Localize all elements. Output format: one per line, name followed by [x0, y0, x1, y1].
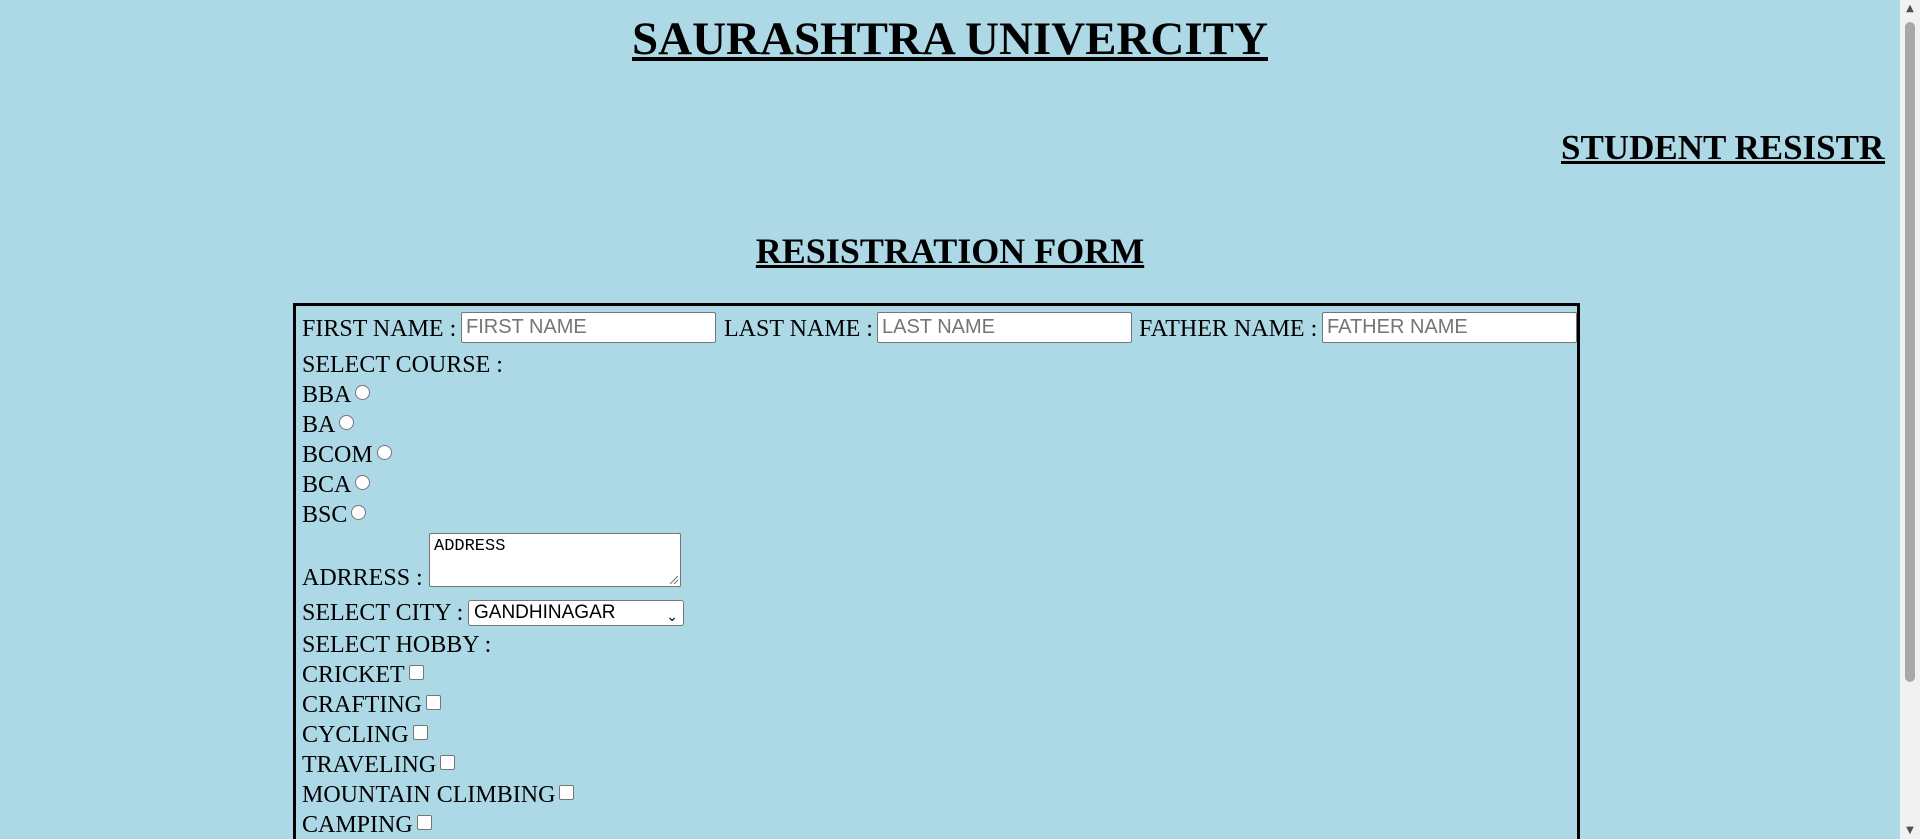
- page: SAURASHTRA UNIVERCITY STUDENT RESISTRATI…: [0, 0, 1900, 839]
- city-label: SELECT CITY :: [302, 600, 464, 626]
- hobby-option-label: MOUNTAIN CLIMBING: [302, 782, 556, 808]
- radio-bcom[interactable]: [376, 445, 392, 460]
- radio-bba[interactable]: [355, 385, 371, 400]
- resize-grip-icon[interactable]: [670, 576, 678, 584]
- hobby-option-camping: CAMPING: [302, 811, 432, 839]
- course-option-bba: BBA: [302, 381, 371, 409]
- city-select[interactable]: GANDHINAGAR ⌄: [468, 600, 684, 626]
- hobby-option-label: CYCLING: [302, 722, 409, 748]
- hobby-option-label: CRICKET: [302, 662, 405, 688]
- scrollbar-thumb[interactable]: [1905, 22, 1915, 682]
- checkbox-cycling[interactable]: [412, 725, 428, 740]
- first-name-input[interactable]: FIRST NAME: [461, 312, 716, 343]
- registration-form: FIRST NAME : FIRST NAME LAST NAME : LAST…: [293, 303, 1580, 839]
- hobby-option-crafting: CRAFTING: [302, 691, 442, 719]
- address-value: ADDRESS: [434, 537, 506, 556]
- hobby-option-mountain-climbing: MOUNTAIN CLIMBING: [302, 781, 575, 809]
- hobby-label: SELECT HOBBY :: [302, 632, 492, 658]
- father-name-label: FATHER NAME :: [1139, 316, 1318, 342]
- checkbox-traveling[interactable]: [440, 755, 456, 770]
- hobby-option-label: TRAVELING: [302, 752, 437, 778]
- first-name-label: FIRST NAME :: [302, 316, 457, 342]
- last-name-label: LAST NAME :: [724, 316, 873, 342]
- course-option-bsc: BSC: [302, 501, 367, 529]
- course-option-label: BBA: [302, 382, 352, 408]
- course-option-bca: BCA: [302, 471, 371, 499]
- address-label: ADRRESS :: [302, 565, 423, 591]
- last-name-input[interactable]: LAST NAME: [877, 312, 1132, 343]
- checkbox-mountain-climbing[interactable]: [559, 785, 575, 800]
- address-textarea[interactable]: ADDRESS: [429, 533, 681, 587]
- course-option-ba: BA: [302, 411, 355, 439]
- checkbox-cricket[interactable]: [408, 665, 424, 680]
- course-label: SELECT COURSE :: [302, 352, 503, 378]
- course-option-label: BCOM: [302, 442, 373, 468]
- course-option-label: BSC: [302, 502, 348, 528]
- city-selected-value: GANDHINAGAR: [474, 602, 616, 623]
- hobby-option-cycling: CYCLING: [302, 721, 428, 749]
- marquee-text: STUDENT RESISTRATION: [1561, 128, 1885, 167]
- radio-ba[interactable]: [339, 415, 355, 430]
- page-title: SAURASHTRA UNIVERCITY: [632, 13, 1268, 65]
- scroll-up-arrow-icon[interactable]: ▲: [1900, 0, 1920, 17]
- radio-bsc[interactable]: [351, 505, 367, 520]
- scroll-down-arrow-icon[interactable]: ▼: [1900, 822, 1920, 839]
- father-name-input[interactable]: FATHER NAME: [1322, 312, 1577, 343]
- hobby-option-label: CRAFTING: [302, 692, 423, 718]
- marquee: STUDENT RESISTRATION: [0, 126, 1885, 176]
- course-option-label: BA: [302, 412, 336, 438]
- hobby-option-traveling: TRAVELING: [302, 751, 456, 779]
- vertical-scrollbar[interactable]: ▲ ▼: [1900, 0, 1920, 839]
- checkbox-crafting[interactable]: [426, 695, 442, 710]
- radio-bca[interactable]: [355, 475, 371, 490]
- chevron-down-icon: ⌄: [666, 608, 678, 624]
- hobby-option-label: CAMPING: [302, 812, 413, 838]
- form-heading: RESISTRATION FORM: [755, 231, 1145, 271]
- course-option-label: BCA: [302, 472, 352, 498]
- hobby-option-cricket: CRICKET: [302, 661, 424, 689]
- checkbox-camping[interactable]: [416, 815, 432, 830]
- course-option-bcom: BCOM: [302, 441, 392, 469]
